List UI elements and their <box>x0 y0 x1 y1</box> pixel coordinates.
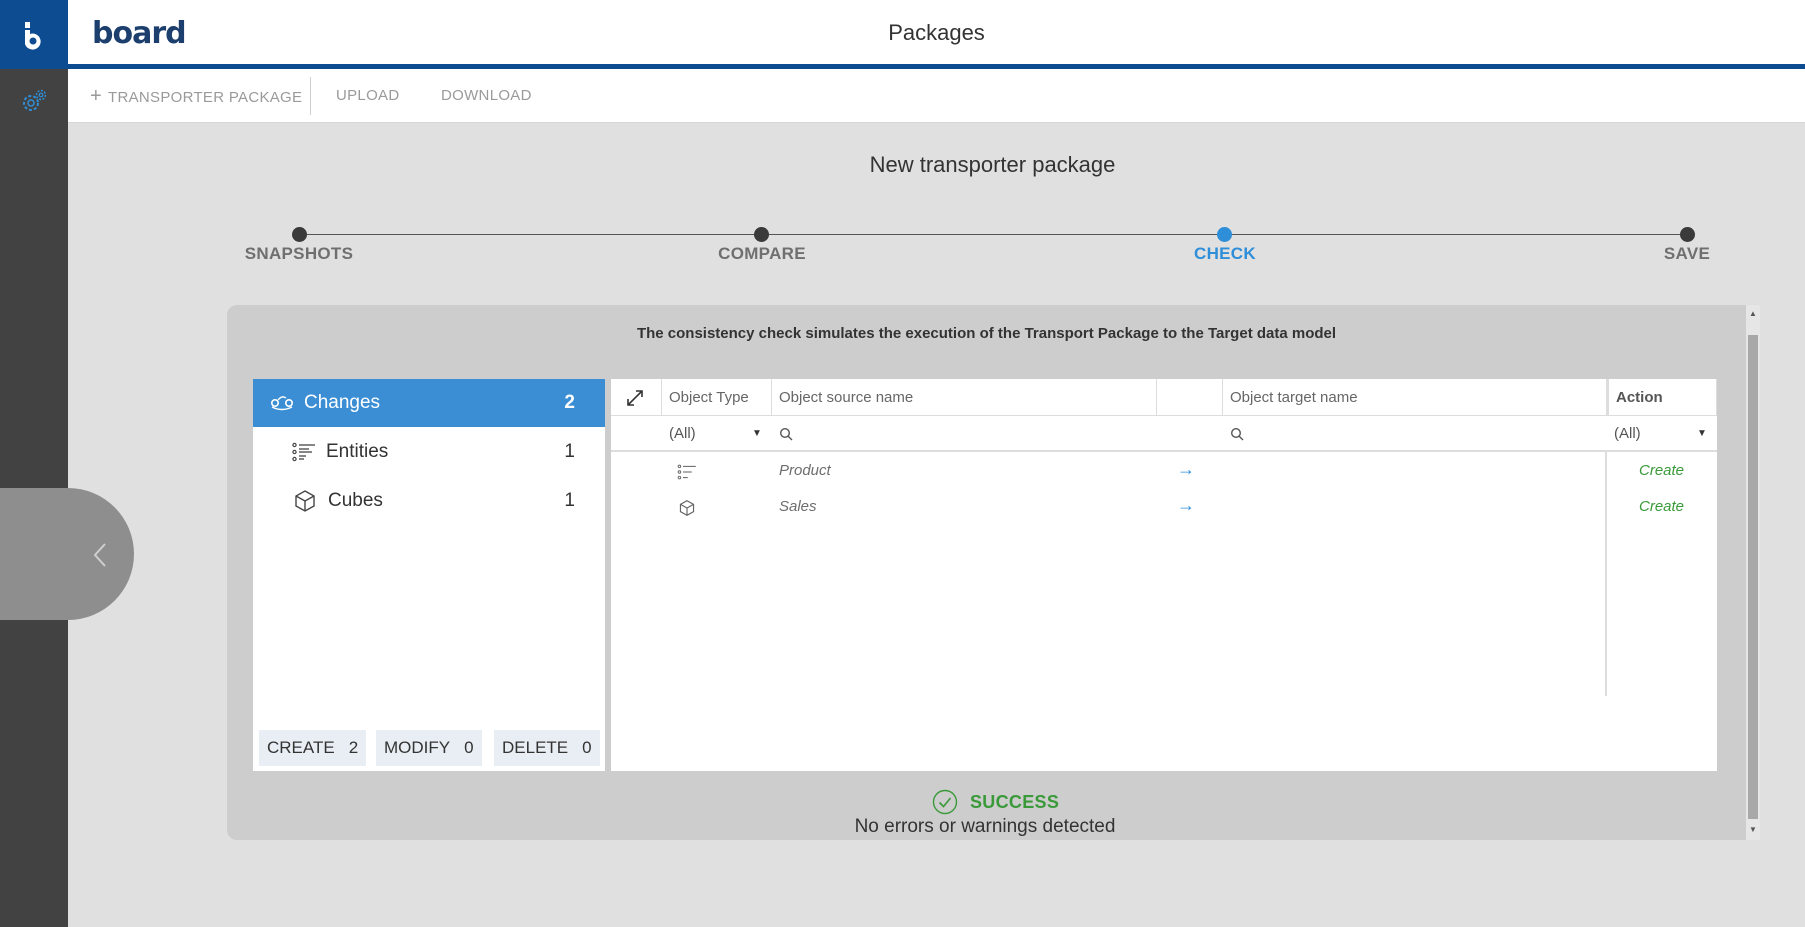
step-compare[interactable]: COMPARE <box>672 244 852 264</box>
search-icon <box>1230 427 1244 441</box>
action-filter[interactable]: (All) ▼ <box>1607 416 1717 452</box>
stepper-line <box>299 234 1687 235</box>
create-count-chip[interactable]: CREATE 2 <box>259 730 367 766</box>
target-name-search[interactable] <box>1223 416 1607 452</box>
step-snapshots[interactable]: SNAPSHOTS <box>209 244 389 264</box>
chip-label: DELETE <box>502 738 569 757</box>
object-type-filter[interactable]: (All) ▼ <box>662 416 772 452</box>
panel-caption: The consistency check simulates the exec… <box>636 325 1337 342</box>
chip-count: 0 <box>464 738 474 757</box>
action-filter-value: (All) <box>1614 425 1641 442</box>
wizard-title-row: New transporter package <box>0 152 1805 178</box>
category-changes[interactable]: Changes 2 <box>253 379 605 427</box>
page-title: Packages <box>888 20 985 45</box>
expand-icon <box>627 390 643 406</box>
source-name-cell: Product <box>779 462 831 479</box>
panel-scrollbar[interactable]: ▲ ▼ <box>1746 305 1760 840</box>
category-label: Entities <box>326 441 389 462</box>
settings-gear-icon[interactable] <box>19 86 49 116</box>
add-transporter-package-label: TRANSPORTER PACKAGE <box>107 89 303 106</box>
dropdown-arrow-icon: ▼ <box>752 428 762 439</box>
column-object-type[interactable]: Object Type <box>662 379 772 416</box>
board-home-button[interactable] <box>0 0 68 69</box>
add-transporter-package-button[interactable]: + TRANSPORTER PACKAGE <box>90 69 302 123</box>
download-button[interactable]: DOWNLOAD <box>441 69 532 123</box>
changes-icon <box>270 396 294 411</box>
scroll-up-icon[interactable]: ▲ <box>1748 309 1758 319</box>
action-cell: Create <box>1639 498 1685 515</box>
step-check[interactable]: CHECK <box>1135 244 1315 264</box>
step-save[interactable]: SAVE <box>1597 244 1777 264</box>
arrow-right-icon: → <box>1177 495 1195 515</box>
column-object-source-name[interactable]: Object source name <box>772 379 1157 416</box>
entity-list-icon <box>292 442 315 462</box>
column-action[interactable]: Action <box>1607 379 1717 416</box>
chevron-left-icon <box>93 543 106 567</box>
modify-count-chip[interactable]: MODIFY 0 <box>376 730 482 766</box>
cube-icon <box>679 500 695 516</box>
object-type-filter-value: (All) <box>669 425 696 442</box>
toolbar: + TRANSPORTER PACKAGE UPLOAD DOWNLOAD <box>68 69 1805 123</box>
header: board Packages <box>68 0 1805 64</box>
category-label: Changes <box>304 392 381 413</box>
category-count: 2 <box>564 392 575 413</box>
back-button[interactable] <box>0 488 134 620</box>
left-rail <box>0 0 68 927</box>
chip-label: CREATE <box>267 738 335 757</box>
upload-button[interactable]: UPLOAD <box>336 69 400 123</box>
chip-count: 0 <box>582 738 592 757</box>
category-list: Changes 2 Entities 1 Cubes 1 <box>253 379 605 771</box>
table-row[interactable]: Product → Create <box>611 455 1717 489</box>
chip-count: 2 <box>348 738 359 757</box>
delete-count-chip[interactable]: DELETE 0 <box>494 730 600 766</box>
action-cell: Create <box>1639 462 1685 479</box>
search-icon <box>779 427 793 441</box>
result-message: No errors or warnings detected <box>854 816 1116 837</box>
category-count: 1 <box>564 490 575 511</box>
entity-list-icon <box>677 464 696 480</box>
check-circle-icon <box>932 789 958 815</box>
step-dot-save[interactable] <box>1680 227 1695 242</box>
column-object-target-name[interactable]: Object target name <box>1223 379 1607 416</box>
category-cubes[interactable]: Cubes 1 <box>253 477 605 525</box>
table-row[interactable]: Sales → Create <box>611 491 1717 525</box>
toolbar-divider <box>310 77 311 115</box>
step-dot-snapshots[interactable] <box>292 227 307 242</box>
column-direction <box>1157 379 1223 416</box>
wizard-title: New transporter package <box>869 152 1116 177</box>
dropdown-arrow-icon: ▼ <box>1697 428 1707 439</box>
source-name-search[interactable] <box>772 416 1157 452</box>
step-dot-check[interactable] <box>1217 227 1232 242</box>
source-name-cell: Sales <box>779 498 817 515</box>
board-logo-icon <box>25 21 41 50</box>
scrollbar-thumb[interactable] <box>1748 335 1758 819</box>
chip-label: MODIFY <box>384 738 451 757</box>
success-status: SUCCESS <box>932 789 1059 815</box>
category-count: 1 <box>564 441 575 462</box>
step-dot-compare[interactable] <box>754 227 769 242</box>
expand-grid-button[interactable] <box>611 379 662 416</box>
category-entities[interactable]: Entities 1 <box>253 428 605 476</box>
plus-icon: + <box>90 85 102 107</box>
arrow-right-icon: → <box>1177 459 1195 479</box>
success-label: SUCCESS <box>970 791 1060 812</box>
cube-icon <box>295 490 315 512</box>
category-label: Cubes <box>328 490 383 511</box>
objects-grid: Object Type Object source name Object ta… <box>611 379 1717 771</box>
